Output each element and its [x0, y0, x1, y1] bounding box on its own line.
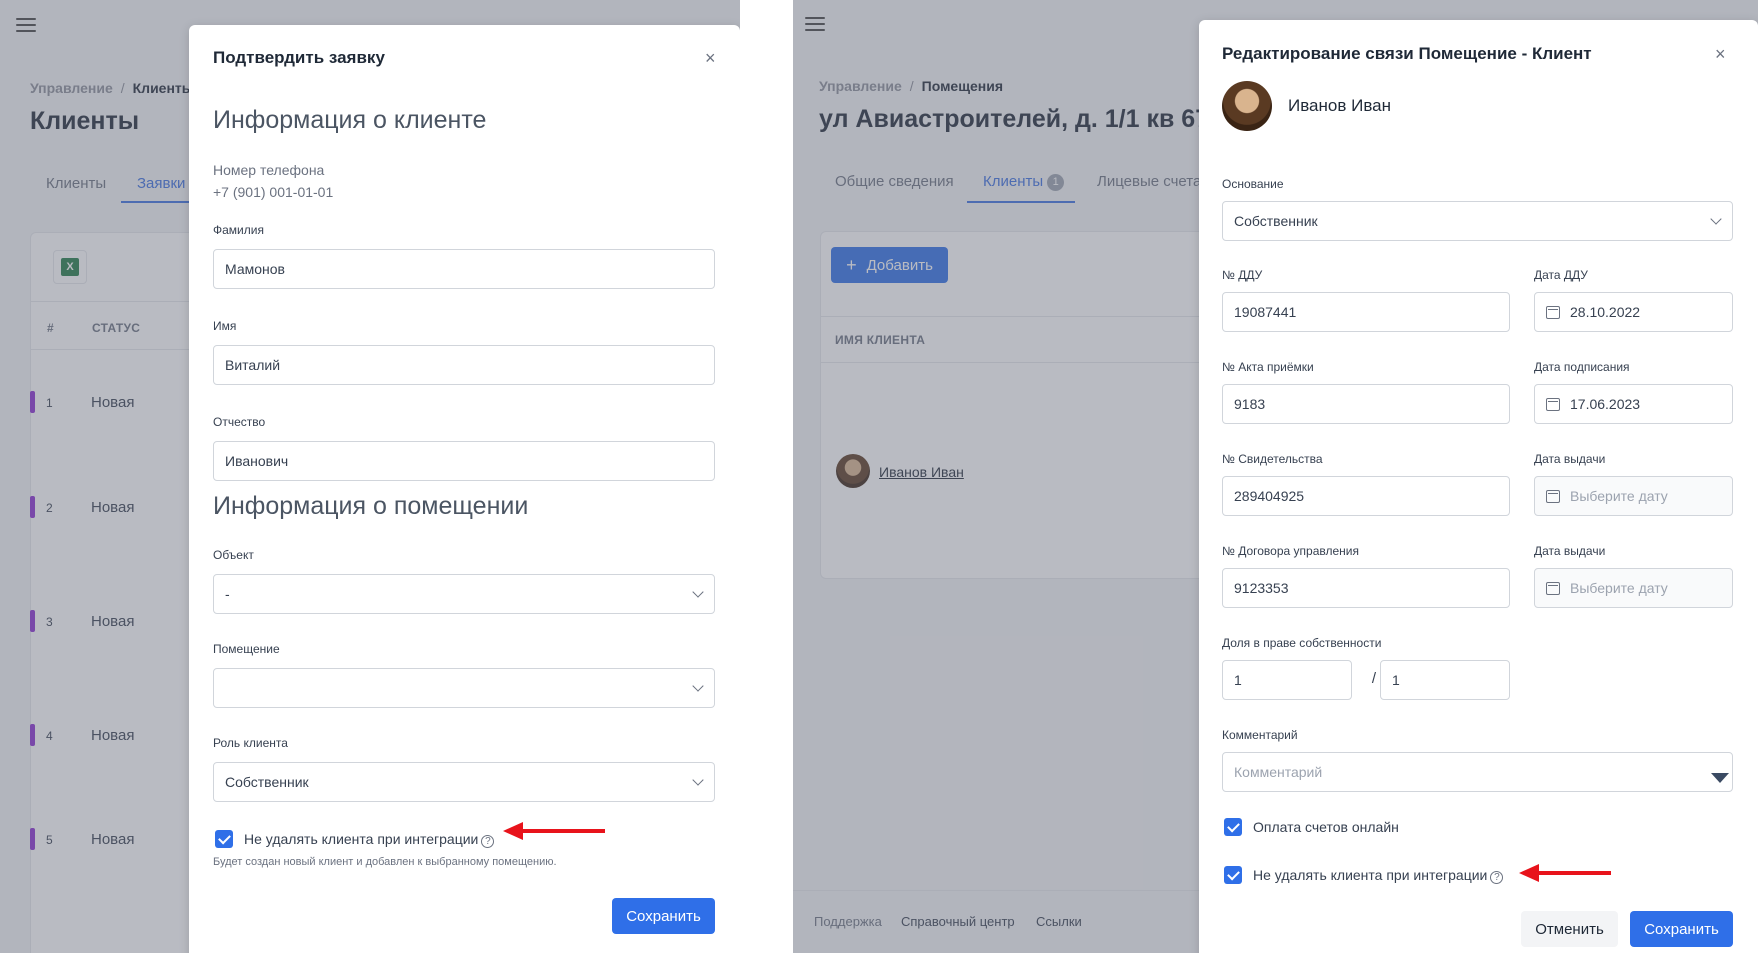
online-pay-label[interactable]: Оплата счетов онлайн [1253, 819, 1399, 835]
red-arrow-icon [1519, 864, 1611, 882]
act-label: № Акта приёмки [1222, 360, 1314, 374]
client-name: Иванов Иван [1288, 96, 1392, 115]
object-label: Объект [213, 548, 254, 562]
hint-text: Будет создан новый клиент и добавлен к в… [213, 856, 557, 868]
close-icon[interactable]: × [705, 49, 716, 67]
keep-client-checkbox[interactable] [215, 830, 233, 848]
role-label: Роль клиента [213, 736, 288, 750]
middle-name-field[interactable]: Иванович [213, 441, 715, 481]
edit-relation-modal: Редактирование связи Помещение - Клиент … [1199, 20, 1758, 953]
help-icon[interactable]: ? [481, 835, 495, 848]
resize-handle-icon[interactable] [1711, 773, 1729, 783]
sign-date-label: Дата подписания [1534, 360, 1630, 374]
phone-label: Номер телефона [213, 162, 325, 178]
cert-label: № Свидетельства [1222, 452, 1323, 466]
contract-issue-date-field[interactable]: Выберите дату [1534, 568, 1733, 608]
calendar-icon [1546, 397, 1560, 411]
first-name-field[interactable]: Виталий [213, 345, 715, 385]
room-select[interactable] [213, 668, 715, 708]
sign-date-field[interactable]: 17.06.2023 [1534, 384, 1733, 424]
contract-issue-label: Дата выдачи [1534, 544, 1606, 558]
ddu-label: № ДДУ [1222, 268, 1263, 282]
premise-info-heading: Информация о помещении [213, 492, 529, 520]
contract-label: № Договора управления [1222, 544, 1359, 558]
help-icon[interactable]: ? [1490, 871, 1504, 884]
avatar [1222, 81, 1272, 131]
contract-field[interactable]: 9123353 [1222, 568, 1510, 608]
share-numerator-field[interactable]: 1 [1222, 660, 1352, 700]
cert-issue-label: Дата выдачи [1534, 452, 1606, 466]
modal-title: Подтвердить заявку [213, 48, 385, 67]
chevron-down-icon [692, 774, 704, 786]
calendar-icon [1546, 305, 1560, 319]
chevron-down-icon [692, 586, 704, 598]
chevron-down-icon [1710, 213, 1722, 225]
calendar-icon [1546, 581, 1560, 595]
basis-select[interactable]: Собственник [1222, 201, 1733, 241]
middle-name-label: Отчество [213, 415, 266, 429]
act-field[interactable]: 9183 [1222, 384, 1510, 424]
red-arrow-icon [503, 822, 605, 840]
first-name-label: Имя [213, 319, 237, 333]
save-button[interactable]: Сохранить [612, 898, 715, 934]
cancel-button[interactable]: Отменить [1521, 911, 1618, 947]
calendar-icon [1546, 489, 1560, 503]
share-label: Доля в праве собственности [1222, 636, 1382, 650]
room-label: Помещение [213, 642, 280, 656]
cert-issue-date-field[interactable]: Выберите дату [1534, 476, 1733, 516]
last-name-field[interactable]: Мамонов [213, 249, 715, 289]
left-screenshot: Управление / Клиенты Клиенты Клиенты Заявк… [0, 0, 740, 953]
client-info-heading: Информация о клиенте [213, 106, 487, 134]
role-select[interactable]: Собственник [213, 762, 715, 802]
comment-field[interactable]: Комментарий [1222, 752, 1733, 792]
keep-client-label[interactable]: Не удалять клиента при интеграции? [1253, 867, 1504, 884]
ddu-date-field[interactable]: 28.10.2022 [1534, 292, 1733, 332]
object-select[interactable]: - [213, 574, 715, 614]
comment-label: Комментарий [1222, 728, 1298, 742]
phone-value: +7 (901) 001-01-01 [213, 184, 334, 200]
cert-field[interactable]: 289404925 [1222, 476, 1510, 516]
save-button[interactable]: Сохранить [1630, 911, 1733, 947]
basis-label: Основание [1222, 177, 1284, 191]
keep-client-label[interactable]: Не удалять клиента при интеграции? [244, 831, 495, 848]
modal-title: Редактирование связи Помещение - Клиент [1222, 44, 1592, 63]
ddu-date-label: Дата ДДУ [1534, 268, 1588, 282]
confirm-request-modal: Подтвердить заявку × Информация о клиент… [189, 25, 740, 953]
ddu-field[interactable]: 19087441 [1222, 292, 1510, 332]
close-icon[interactable]: × [1715, 45, 1726, 63]
share-denominator-field[interactable]: 1 [1380, 660, 1510, 700]
chevron-down-icon [692, 680, 704, 692]
online-pay-checkbox[interactable] [1224, 818, 1242, 836]
right-screenshot: Управление / Помещения ул Авиастроителей, … [793, 0, 1758, 953]
last-name-label: Фамилия [213, 223, 264, 237]
keep-client-checkbox[interactable] [1224, 866, 1242, 884]
